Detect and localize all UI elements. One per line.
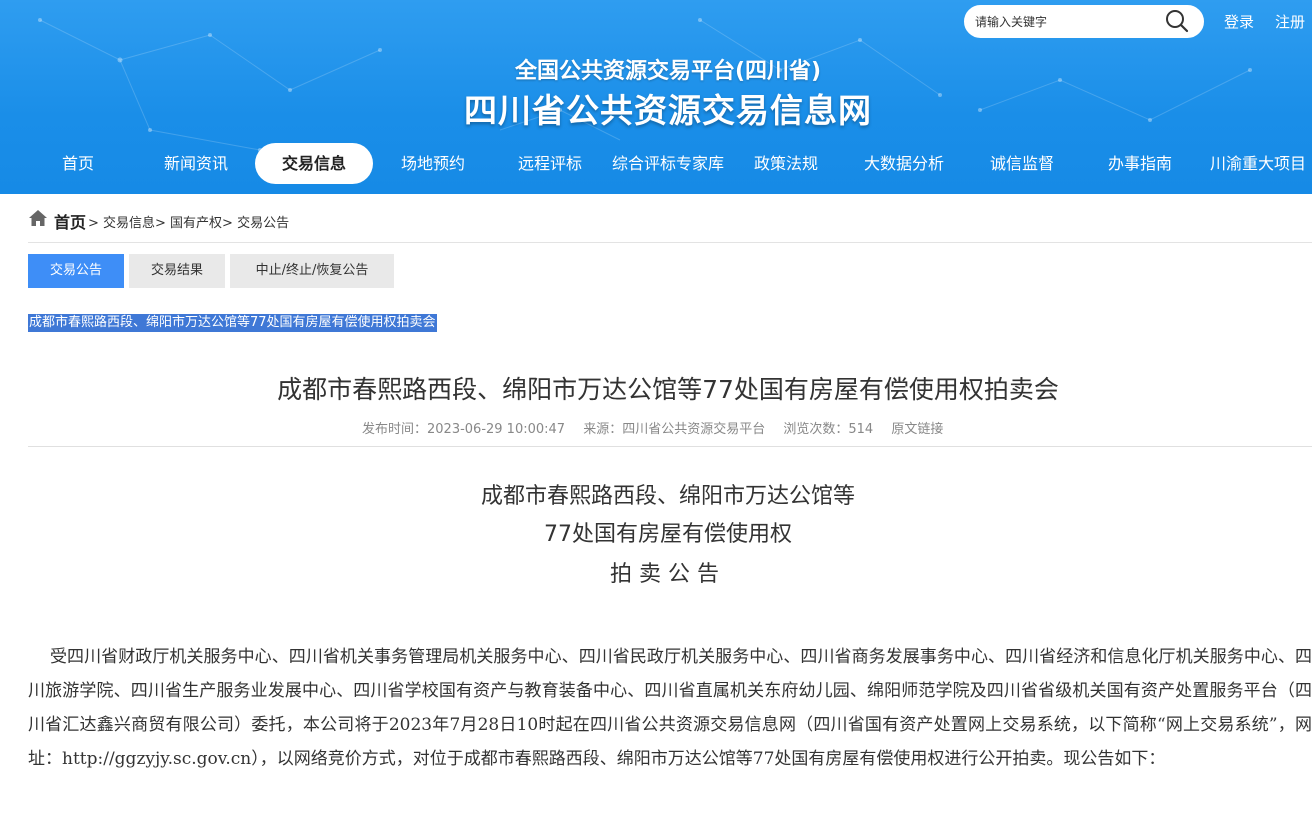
site-header: 登录 注册 全国公共资源交易平台(四川省) 四川省公共资源交易信息网 首页 新闻… <box>0 0 1312 194</box>
heading-line-1: 成都市春熙路西段、绵阳市万达公馆等 <box>480 484 855 509</box>
login-link[interactable]: 登录 <box>1224 11 1254 32</box>
nav-item-remote-bidding[interactable]: 远程评标 <box>500 143 600 184</box>
selected-article-title[interactable]: 成都市春熙路西段、绵阳市万达公馆等77处国有房屋有偿使用权拍卖会 <box>28 314 437 332</box>
site-title: 四川省公共资源交易信息网 <box>464 91 872 130</box>
view-count: 浏览次数：514 <box>783 422 874 437</box>
article-meta: 发布时间：2023-06-29 10:00:47 来源：四川省公共资源交易平台 … <box>362 418 957 437</box>
search-icon[interactable] <box>1164 8 1190 34</box>
nav-item-expert-pool[interactable]: 综合评标专家库 <box>605 143 731 184</box>
nav-item-big-data[interactable]: 大数据分析 <box>852 143 956 184</box>
heading-line-3: 拍卖公告 <box>609 562 726 587</box>
tab-trade-result[interactable]: 交易结果 <box>129 254 225 288</box>
register-link[interactable]: 注册 <box>1275 11 1305 32</box>
article-body: 受四川省财政厅机关服务中心、四川省机关事务管理局机关服务中心、四川省民政厅机关服… <box>28 647 1312 769</box>
nav-item-chuanyu-projects[interactable]: 川渝重大项目 <box>1204 143 1312 184</box>
nav-item-news[interactable]: 新闻资讯 <box>146 143 246 184</box>
breadcrumb-divider <box>28 242 1312 243</box>
title-divider <box>28 446 1312 447</box>
source: 来源：四川省公共资源交易平台 <box>583 422 766 437</box>
nav-item-credit[interactable]: 诚信监督 <box>972 143 1072 184</box>
nav-item-venue-booking[interactable]: 场地预约 <box>383 143 483 184</box>
heading-line-2: 77处国有房屋有偿使用权 <box>544 522 792 547</box>
site-subtitle: 全国公共资源交易平台(四川省) <box>514 59 822 84</box>
search-input[interactable] <box>975 12 1165 32</box>
breadcrumb-home[interactable]: 首页 <box>54 209 86 233</box>
nav-item-trade-info[interactable]: 交易信息 <box>255 143 373 184</box>
breadcrumb-path[interactable]: > 交易信息> 国有产权> 交易公告 <box>88 212 289 231</box>
nav-item-home[interactable]: 首页 <box>28 143 128 184</box>
tab-trade-announcement[interactable]: 交易公告 <box>28 254 124 288</box>
home-icon <box>29 210 47 226</box>
original-link[interactable]: 原文链接 <box>891 422 943 437</box>
publish-time: 发布时间：2023-06-29 10:00:47 <box>362 422 566 437</box>
tab-suspension-notice[interactable]: 中止/终止/恢复公告 <box>230 254 394 288</box>
nav-item-guide[interactable]: 办事指南 <box>1090 143 1190 184</box>
nav-item-policy[interactable]: 政策法规 <box>736 143 836 184</box>
main-nav: 首页 新闻资讯 交易信息 场地预约 远程评标 综合评标专家库 政策法规 大数据分… <box>0 143 1312 185</box>
article-title: 成都市春熙路西段、绵阳市万达公馆等77处国有房屋有偿使用权拍卖会 <box>277 375 1059 404</box>
